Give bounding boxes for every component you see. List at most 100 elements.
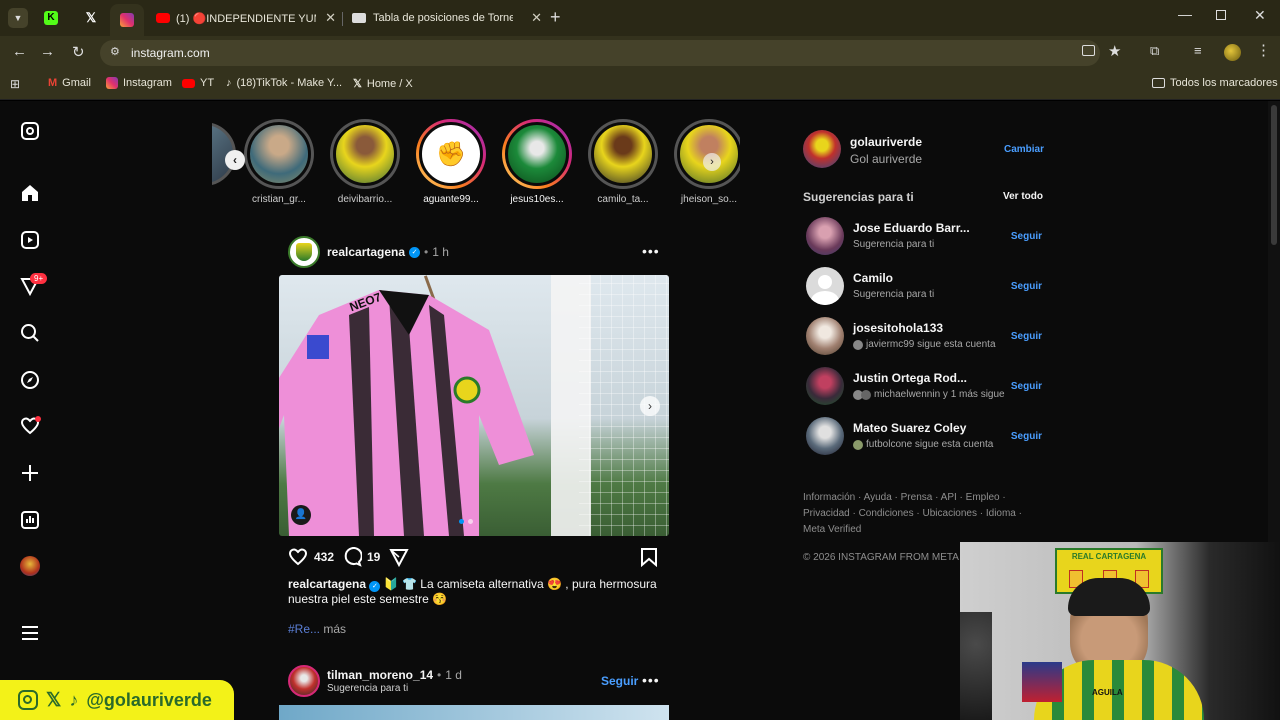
- more-options-icon[interactable]: •••: [642, 243, 660, 259]
- story-item[interactable]: camilo_ta...: [586, 119, 660, 205]
- footer-line[interactable]: Información · Ayuda · Prensa · API · Emp…: [803, 490, 1022, 506]
- reload-icon[interactable]: ↻: [72, 43, 85, 61]
- follow-button[interactable]: Seguir: [1011, 281, 1042, 292]
- bookmark-label: YT: [200, 77, 215, 89]
- follow-button[interactable]: Seguir: [1011, 231, 1042, 242]
- tab-youtube[interactable]: (1) 🔴INDEPENDIENTE YUMBO ✕: [156, 6, 336, 30]
- save-icon[interactable]: [640, 547, 658, 572]
- instagram-logo-icon[interactable]: [18, 119, 42, 143]
- post2-username[interactable]: tilman_moreno_14: [327, 668, 433, 682]
- my-username[interactable]: golauriverde: [850, 135, 922, 149]
- story-username: cristian_gr...: [252, 194, 306, 205]
- new-tab-button[interactable]: +: [550, 7, 561, 28]
- see-all-link[interactable]: Ver todo: [1003, 191, 1043, 202]
- story-item[interactable]: cristian_gr...: [242, 119, 316, 205]
- all-bookmarks[interactable]: Todos los marcadores: [1152, 77, 1278, 89]
- bookmark-gmail[interactable]: M Gmail: [48, 77, 91, 89]
- follow-button[interactable]: Seguir: [1011, 331, 1042, 342]
- default-avatar-icon[interactable]: [806, 267, 844, 305]
- dashboard-icon[interactable]: [18, 508, 42, 532]
- hashtag-link[interactable]: #Re...: [288, 622, 320, 636]
- footer-line[interactable]: Meta Verified: [803, 522, 1022, 538]
- post-username[interactable]: realcartagena: [327, 245, 405, 259]
- bookmark-yt[interactable]: YT: [182, 77, 214, 89]
- bookmark-label: Instagram: [123, 77, 172, 89]
- post-image[interactable]: NEO7 › 👤: [279, 275, 669, 536]
- comment-icon[interactable]: [342, 547, 363, 572]
- webcam-flag: [1022, 662, 1062, 702]
- post-avatar[interactable]: [288, 236, 320, 268]
- more-options-icon[interactable]: •••: [642, 672, 660, 688]
- suggestion-avatar[interactable]: [806, 217, 844, 255]
- site-info-icon[interactable]: ⚙: [110, 45, 120, 58]
- close-window-button[interactable]: ✕: [1254, 7, 1266, 24]
- tagged-user-icon[interactable]: 👤: [291, 505, 311, 525]
- apps-grid-icon[interactable]: ⊞: [10, 77, 20, 91]
- switch-account-link[interactable]: Cambiar: [1004, 144, 1044, 155]
- story-item[interactable]: jesus10es...: [500, 119, 574, 205]
- suggestion-name[interactable]: Justin Ortega Rod...: [853, 371, 967, 385]
- reels-icon[interactable]: [18, 228, 42, 252]
- menu-icon[interactable]: [18, 621, 42, 645]
- like-count[interactable]: 432: [314, 550, 334, 564]
- tab-instagram[interactable]: [110, 4, 144, 36]
- post-header: realcartagena ✓ • 1 h: [327, 245, 449, 259]
- close-icon[interactable]: ✕: [531, 10, 542, 26]
- maximize-button[interactable]: [1216, 10, 1226, 20]
- star-icon[interactable]: ★: [1108, 42, 1121, 60]
- like-icon[interactable]: [288, 547, 308, 572]
- reading-list-icon[interactable]: ≡: [1194, 43, 1202, 58]
- heart-icon[interactable]: [18, 414, 42, 438]
- suggestion-name[interactable]: Camilo: [853, 271, 893, 285]
- create-icon[interactable]: [18, 461, 42, 485]
- stories-prev-button[interactable]: ‹: [225, 150, 245, 170]
- footer-links[interactable]: Información · Ayuda · Prensa · API · Emp…: [803, 490, 1022, 538]
- tab-list-button[interactable]: ▼: [8, 8, 28, 28]
- bookmark-x[interactable]: 𝕏 Home / X: [353, 77, 413, 91]
- image-next-button[interactable]: ›: [640, 396, 660, 416]
- follow-button[interactable]: Seguir: [1011, 431, 1042, 442]
- post2-avatar[interactable]: [288, 665, 320, 697]
- copyright: © 2026 INSTAGRAM FROM META: [803, 552, 959, 563]
- follow-button[interactable]: Seguir: [1011, 381, 1042, 392]
- tab-kick[interactable]: K: [36, 6, 66, 30]
- bookmark-tiktok[interactable]: ♪ (18)TikTok - Make Y...: [226, 77, 342, 89]
- suggestion-name[interactable]: Jose Eduardo Barr...: [853, 221, 970, 235]
- profile-avatar-icon[interactable]: [1224, 44, 1241, 61]
- bookmark-instagram[interactable]: Instagram: [106, 77, 172, 89]
- my-avatar[interactable]: [803, 130, 841, 168]
- url-text: instagram.com: [131, 46, 210, 60]
- stories-next-button[interactable]: ›: [703, 153, 721, 171]
- address-bar[interactable]: ⚙ instagram.com: [100, 40, 1100, 66]
- more-link[interactable]: más: [323, 622, 346, 636]
- extensions-icon[interactable]: ⧉: [1150, 43, 1159, 59]
- tab-x[interactable]: 𝕏: [76, 6, 106, 30]
- close-icon[interactable]: ✕: [325, 10, 336, 26]
- verified-icon: ✓: [369, 581, 381, 592]
- story-item[interactable]: ✊ aguante99...: [414, 119, 488, 205]
- suggestion-name[interactable]: josesitohola133: [853, 321, 943, 335]
- share-icon[interactable]: [389, 547, 409, 572]
- search-icon[interactable]: [18, 321, 42, 345]
- footer-line[interactable]: Privacidad · Condiciones · Ubicaciones ·…: [803, 506, 1022, 522]
- install-app-icon[interactable]: [1082, 45, 1095, 56]
- profile-avatar[interactable]: [18, 554, 42, 578]
- comment-count[interactable]: 19: [367, 550, 380, 564]
- minimize-button[interactable]: —: [1178, 6, 1192, 22]
- suggestion-avatar[interactable]: [806, 417, 844, 455]
- back-icon[interactable]: ←: [12, 43, 27, 60]
- suggestion-avatar[interactable]: [806, 367, 844, 405]
- post2-follow-button[interactable]: Seguir: [601, 674, 638, 688]
- explore-icon[interactable]: [18, 368, 42, 392]
- post2-image[interactable]: [279, 705, 669, 720]
- kebab-menu-icon[interactable]: ⋮: [1256, 41, 1271, 59]
- chevron-down-icon: ▼: [13, 13, 23, 23]
- post-time: 1 h: [432, 245, 449, 259]
- story-item[interactable]: deivibarrio...: [328, 119, 402, 205]
- suggestion-avatar[interactable]: [806, 317, 844, 355]
- forward-icon[interactable]: →: [40, 43, 55, 60]
- home-icon[interactable]: [18, 181, 42, 205]
- tab-tabla[interactable]: Tabla de posiciones de Torneo ✕: [352, 6, 542, 30]
- suggestion-name[interactable]: Mateo Suarez Coley: [853, 421, 966, 435]
- caption-username[interactable]: realcartagena: [288, 577, 366, 591]
